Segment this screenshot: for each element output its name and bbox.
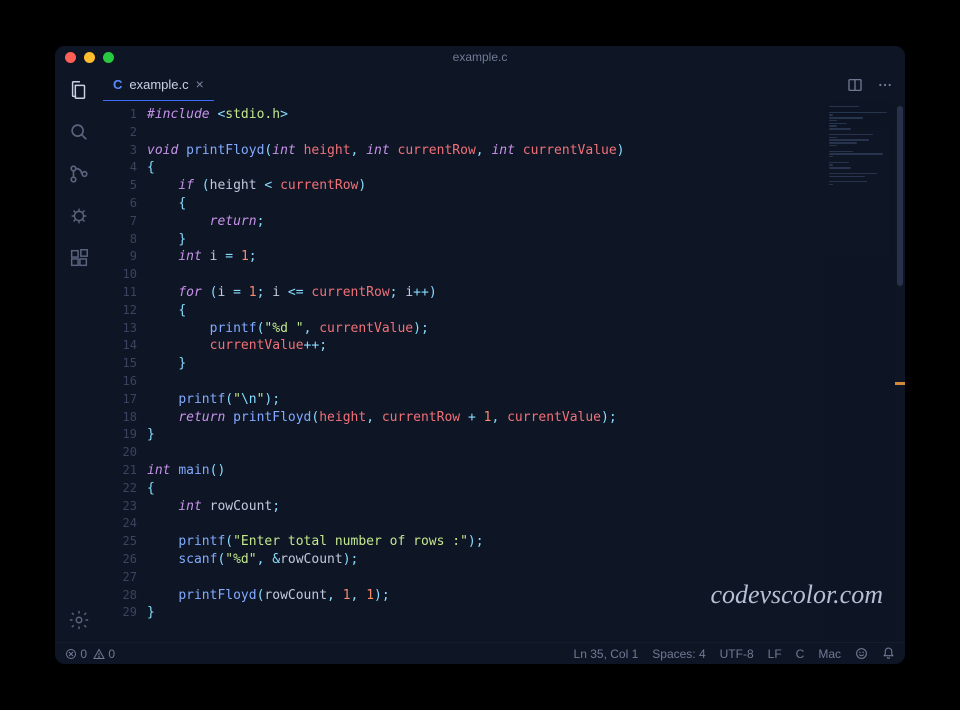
minimize-window-button[interactable] (84, 52, 95, 63)
editor-area: C example.c × 12345678910111213141516171… (103, 68, 905, 642)
status-lang[interactable]: C (796, 647, 805, 661)
code-content[interactable]: #include <stdio.h> void printFloyd(int h… (147, 102, 825, 642)
close-window-button[interactable] (65, 52, 76, 63)
status-cursor[interactable]: Ln 35, Col 1 (574, 647, 639, 661)
tab-close-icon[interactable]: × (196, 76, 204, 92)
extensions-icon[interactable] (67, 246, 91, 270)
activity-bar (55, 68, 103, 642)
status-encoding[interactable]: UTF-8 (720, 647, 754, 661)
tab-example-c[interactable]: C example.c × (103, 68, 214, 101)
scrollbar-mark (895, 382, 905, 385)
editor-window: example.c (55, 46, 905, 664)
tab-lang-badge: C (113, 77, 122, 92)
window-controls (65, 52, 114, 63)
window-title: example.c (55, 50, 905, 64)
status-spaces[interactable]: Spaces: 4 (652, 647, 705, 661)
scrollbar-thumb[interactable] (897, 106, 903, 286)
statusbar: 0 0 Ln 35, Col 1 Spaces: 4 UTF-8 LF C Ma… (55, 642, 905, 664)
tab-label: example.c (129, 77, 188, 92)
status-bell-icon[interactable] (882, 647, 895, 660)
scrollbar[interactable] (895, 102, 905, 642)
tabbar: C example.c × (103, 68, 905, 102)
settings-gear-icon[interactable] (67, 608, 91, 632)
titlebar: example.c (55, 46, 905, 68)
debug-icon[interactable] (67, 204, 91, 228)
status-os[interactable]: Mac (818, 647, 841, 661)
line-gutter: 1234567891011121314151617181920212223242… (103, 102, 147, 642)
code-editor[interactable]: 1234567891011121314151617181920212223242… (103, 102, 905, 642)
status-errors[interactable]: 0 (65, 647, 87, 661)
split-editor-icon[interactable] (847, 77, 863, 93)
more-actions-icon[interactable] (877, 77, 893, 93)
status-eol[interactable]: LF (768, 647, 782, 661)
search-icon[interactable] (67, 120, 91, 144)
files-icon[interactable] (67, 78, 91, 102)
minimap[interactable] (825, 102, 895, 642)
source-control-icon[interactable] (67, 162, 91, 186)
status-warnings[interactable]: 0 (93, 647, 115, 661)
editor-body: C example.c × 12345678910111213141516171… (55, 68, 905, 642)
zoom-window-button[interactable] (103, 52, 114, 63)
status-feedback-icon[interactable] (855, 647, 868, 660)
